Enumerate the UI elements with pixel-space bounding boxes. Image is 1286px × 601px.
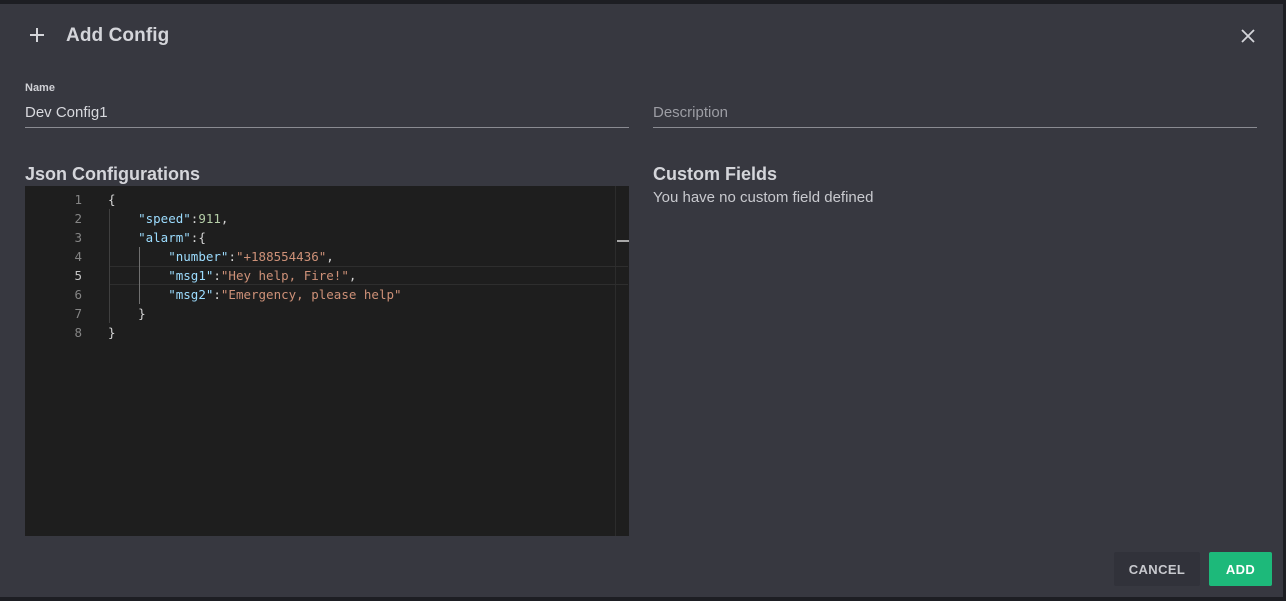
code-text: } [108,325,116,340]
custom-fields-title: Custom Fields [653,164,778,184]
line-number: 7 [74,306,82,321]
code-line[interactable]: 3 "alarm":{ [25,228,615,247]
code-text: "speed":911, [138,211,229,226]
json-editor[interactable]: 1{2 "speed":911, 3 "alarm":{4 "number":"+… [25,186,629,536]
code-line[interactable]: 5 "msg1":"Hey help, Fire!", [25,266,615,285]
dialog-header: Add Config [0,4,1283,68]
name-input[interactable] [25,102,629,128]
line-number: 2 [74,211,82,226]
code-line[interactable]: 2 "speed":911, [25,209,615,228]
code-text: "number":"+188554436", [168,249,334,264]
dialog-title: Add Config [66,25,170,46]
editor-scrollbar[interactable] [615,186,629,536]
code-line[interactable]: 7 } [25,304,615,323]
code-text: { [108,192,116,207]
line-number: 6 [74,287,82,302]
name-field: Name [25,82,629,128]
code-text: "msg2":"Emergency, please help" [168,287,402,302]
code-line[interactable]: 6 "msg2":"Emergency, please help" [25,285,615,304]
plus-icon [26,24,48,46]
line-number: 5 [74,268,82,283]
line-number: 8 [74,325,82,340]
code-text: "msg1":"Hey help, Fire!", [168,268,357,283]
add-config-dialog: Add Config Name Json Configurations Cust… [0,4,1283,597]
close-icon[interactable] [1236,24,1260,48]
code-line[interactable]: 1{ [25,190,615,209]
line-number: 1 [74,192,82,207]
custom-fields-empty-text: You have no custom field defined [653,189,874,206]
code-text: } [138,306,146,321]
json-configurations-title: Json Configurations [25,164,200,184]
line-number: 3 [74,230,82,245]
code-line[interactable]: 8} [25,323,615,342]
description-field [653,82,1257,128]
editor-scroll-marker [617,240,629,242]
indent-guide [139,247,141,304]
description-input[interactable] [653,102,1257,128]
line-number: 4 [74,249,82,264]
cancel-button[interactable]: CANCEL [1114,552,1200,586]
add-button[interactable]: ADD [1209,552,1272,586]
name-label: Name [25,82,55,94]
indent-guide [109,209,110,323]
code-line[interactable]: 4 "number":"+188554436", [25,247,615,266]
code-text: "alarm":{ [138,230,206,245]
